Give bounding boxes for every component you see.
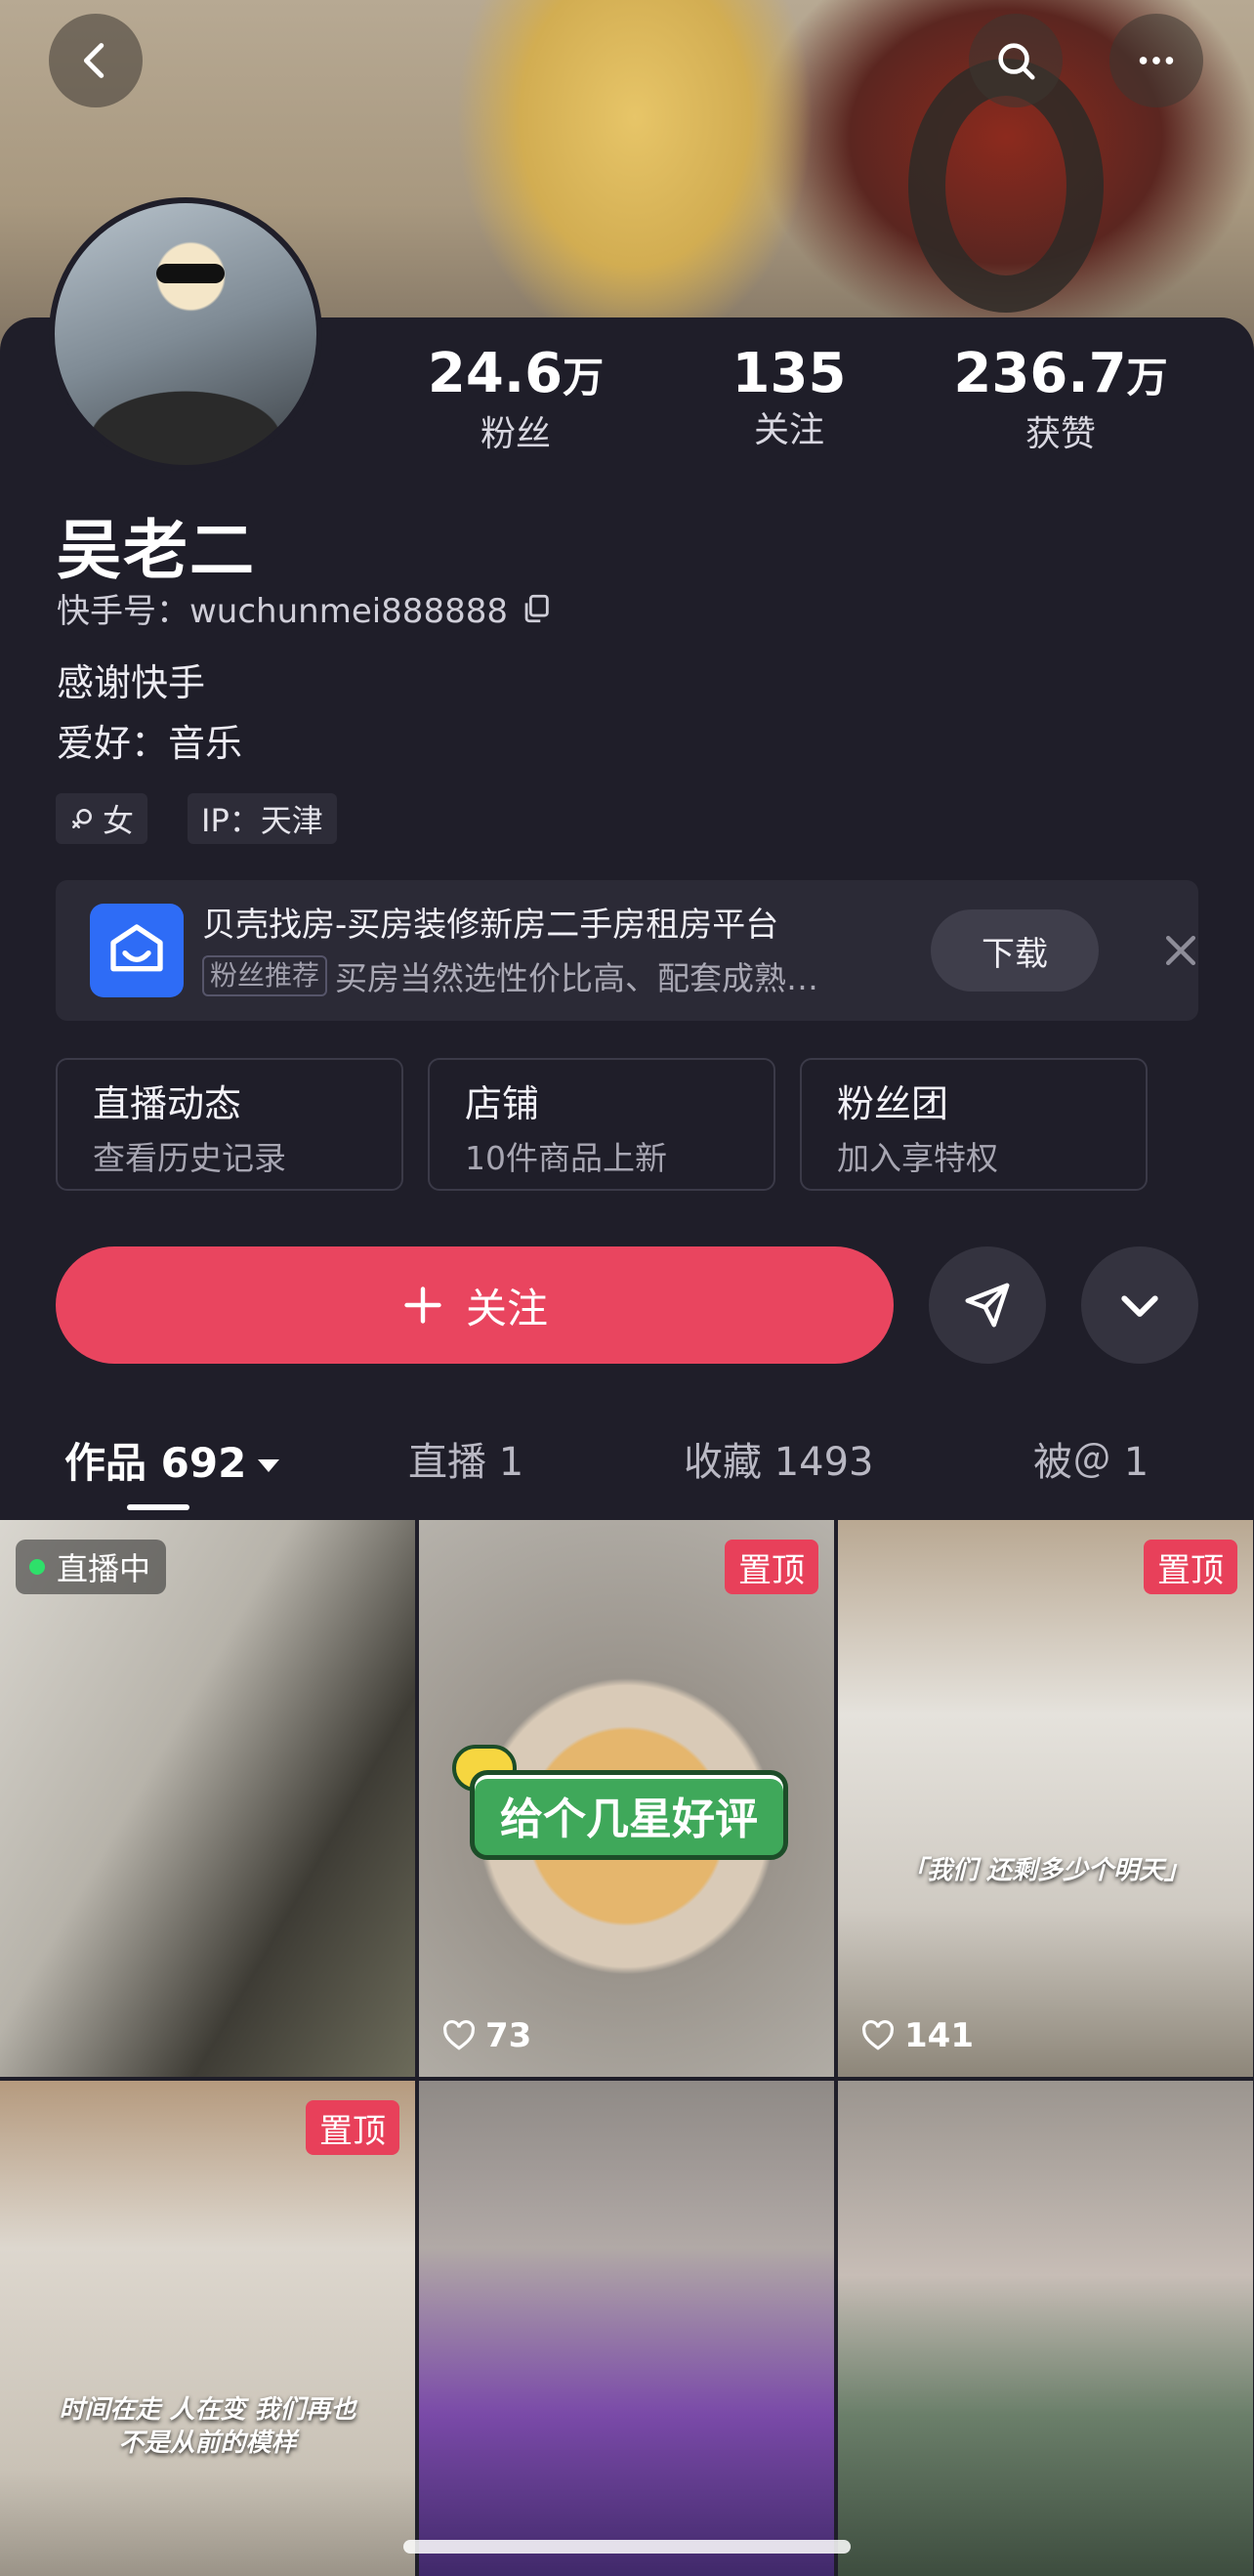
entry-title: 店铺: [465, 1082, 540, 1125]
tab-works-label: 作品 692: [64, 1439, 247, 1487]
stat-likes[interactable]: 236.7万 获赞: [943, 342, 1178, 459]
profile-name: 吴老二: [57, 513, 256, 588]
female-icon: [72, 809, 92, 828]
fans-label: 粉丝: [480, 414, 551, 454]
entry-subtitle: 查看历史记录: [93, 1139, 286, 1177]
caret-down-icon: [258, 1459, 280, 1472]
video-thumbnail[interactable]: [419, 2081, 834, 2576]
likes-unit: 万: [1126, 354, 1168, 401]
ad-banner[interactable]: 贝壳找房-买房装修新房二手房租房平台 粉丝推荐 买房当然选性价比高、配套成熟… …: [56, 880, 1198, 1021]
entry-live-history[interactable]: 直播动态 查看历史记录: [56, 1058, 403, 1191]
entry-shop[interactable]: 店铺 10件商品上新: [428, 1058, 775, 1191]
close-icon[interactable]: [1159, 929, 1202, 972]
beike-logo-icon: [110, 924, 163, 972]
ad-subtitle: 买房当然选性价比高、配套成熟…: [335, 959, 819, 997]
fans-unit: 万: [563, 354, 605, 401]
following-label: 关注: [753, 410, 824, 450]
entry-fan-club[interactable]: 粉丝团 加入享特权: [800, 1058, 1148, 1191]
ad-app-logo: [90, 904, 184, 997]
search-button[interactable]: [969, 14, 1063, 107]
plus-icon: [404, 1287, 441, 1324]
entry-title: 直播动态: [93, 1082, 242, 1125]
like-count: 141: [859, 2016, 974, 2055]
likes-label: 获赞: [1024, 414, 1096, 454]
tab-works[interactable]: 作品 692: [64, 1430, 280, 1490]
entry-title: 粉丝团: [837, 1082, 949, 1125]
home-indicator: [403, 2540, 851, 2554]
ip-label: IP：天津: [201, 802, 323, 839]
ad-title: 贝壳找房-买房装修新房二手房租房平台: [202, 906, 779, 945]
pinned-badge: 置顶: [1144, 1540, 1237, 1594]
bio-line-1: 感谢快手: [57, 661, 206, 704]
gender-tag: 女: [56, 793, 148, 844]
video-caption-line-1: 时间在走 人在变 我们再也: [59, 2395, 356, 2425]
copy-icon[interactable]: [520, 592, 553, 625]
tab-indicator: [127, 1504, 189, 1510]
ad-subtitle-row: 粉丝推荐 买房当然选性价比高、配套成熟…: [202, 952, 818, 999]
tab-favorites[interactable]: 收藏 1493: [684, 1430, 874, 1487]
sticker-text: 给个几星好评: [470, 1770, 788, 1860]
live-badge: 直播中: [16, 1540, 167, 1594]
heart-icon: [443, 2020, 475, 2050]
pinned-badge: 置顶: [306, 2100, 399, 2155]
following-count: 135: [732, 342, 847, 405]
entry-subtitle: 加入享特权: [837, 1139, 998, 1177]
back-icon: [83, 43, 104, 78]
pinned-badge: 置顶: [725, 1540, 818, 1594]
kuaishou-id-row[interactable]: 快手号：wuchunmei888888: [57, 584, 553, 632]
search-icon: [998, 43, 1035, 80]
ad-download-button[interactable]: 下载: [931, 909, 1099, 992]
profile-page: 24.6万 粉丝 135 关注 236.7万 获赞 吴老二 快手号：wuchun…: [0, 0, 1254, 2576]
like-count-value: 73: [485, 2016, 532, 2055]
more-options-button[interactable]: [1081, 1246, 1198, 1364]
follow-button[interactable]: 关注: [56, 1246, 894, 1364]
live-dot-icon: [29, 1559, 45, 1575]
more-button[interactable]: [1109, 14, 1203, 107]
video-thumbnail[interactable]: 置顶 时间在走 人在变 我们再也 不是从前的模样: [0, 2081, 415, 2576]
live-label: 直播中: [57, 1550, 151, 1587]
stat-following[interactable]: 135 关注: [672, 342, 906, 455]
share-button[interactable]: [929, 1246, 1046, 1364]
ip-tag: IP：天津: [188, 793, 337, 844]
back-button[interactable]: [49, 14, 143, 107]
stat-fans[interactable]: 24.6万 粉丝: [398, 342, 633, 459]
entry-subtitle: 10件商品上新: [465, 1139, 667, 1177]
share-icon: [965, 1283, 1010, 1328]
like-count-value: 141: [904, 2016, 974, 2055]
chevron-down-icon: [1121, 1295, 1158, 1317]
more-icon: [1139, 57, 1174, 64]
tab-live[interactable]: 直播 1: [408, 1430, 523, 1487]
stats-row: 24.6万 粉丝 135 关注 236.7万 获赞: [0, 342, 1254, 459]
bio-line-2: 爱好：音乐: [57, 722, 243, 765]
video-thumbnail[interactable]: 直播中: [0, 1520, 415, 2077]
video-thumbnail[interactable]: 置顶 「我们 还剩多少个明天」 141: [838, 1520, 1253, 2077]
video-thumbnail[interactable]: 置顶 给个几星好评 73: [419, 1520, 834, 2077]
tab-mentioned[interactable]: 被＠ 1: [1033, 1430, 1149, 1487]
gender-label: 女: [103, 802, 135, 839]
like-count: 73: [440, 2016, 531, 2055]
heart-icon: [862, 2020, 894, 2050]
kuaishou-id: 快手号：wuchunmei888888: [57, 592, 508, 631]
video-thumbnail[interactable]: [838, 2081, 1253, 2576]
follow-label: 关注: [465, 1284, 548, 1332]
avatar-sunglasses: [156, 264, 225, 283]
likes-count: 236.7: [953, 342, 1127, 405]
ad-badge: 粉丝推荐: [202, 955, 328, 996]
fans-count: 24.6: [427, 342, 564, 405]
video-caption: 「我们 还剩多少个明天」: [900, 1856, 1191, 1885]
video-caption-line-2: 不是从前的模样: [118, 2428, 297, 2458]
